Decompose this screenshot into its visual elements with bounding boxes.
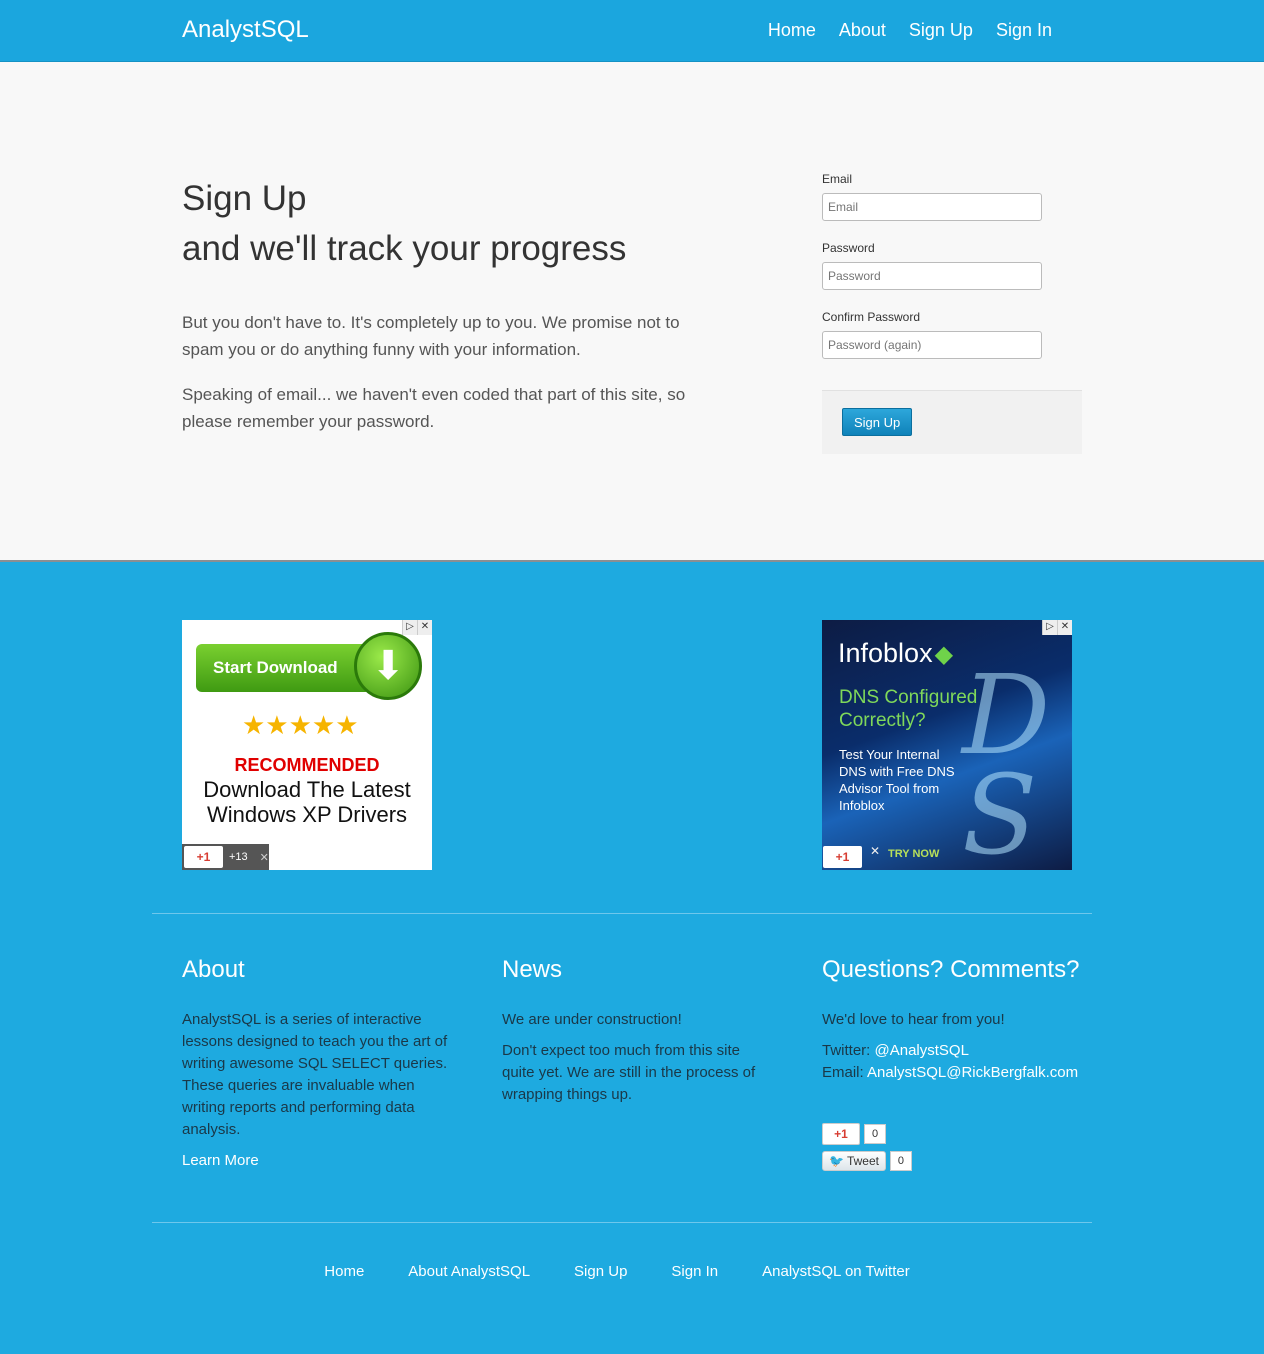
questions-text: We'd love to hear from you! bbox=[822, 1011, 1005, 1028]
gplus-button[interactable]: +1 bbox=[822, 1123, 860, 1145]
footer-nav-sign-in[interactable]: Sign In bbox=[671, 1263, 718, 1280]
ad-recommended-text: RECOMMENDED bbox=[234, 755, 380, 775]
brand-logo[interactable]: AnalystSQL bbox=[182, 16, 309, 44]
close-icon[interactable]: ✕ bbox=[1057, 620, 1072, 635]
tweet-label: Tweet bbox=[846, 1154, 879, 1168]
infoblox-logo: Infoblox◆ bbox=[838, 638, 953, 669]
nav-home[interactable]: Home bbox=[768, 20, 816, 41]
email-address-link[interactable]: AnalystSQL@RickBergfalk.com bbox=[867, 1064, 1078, 1081]
form-actions: Sign Up bbox=[822, 390, 1082, 454]
gplus-button[interactable]: +1 bbox=[184, 846, 223, 868]
news-heading: News bbox=[502, 956, 563, 983]
intro-paragraph: But you don't have to. It's completely u… bbox=[182, 313, 680, 359]
contact-info: Twitter: @AnalystSQL Email: AnalystSQL@R… bbox=[822, 1040, 1092, 1084]
social-buttons: +1 0 🐦 Tweet 0 bbox=[822, 1123, 912, 1171]
gplus-count: 0 bbox=[864, 1124, 886, 1144]
try-now-link[interactable]: TRY NOW bbox=[888, 848, 939, 860]
tweet-button[interactable]: 🐦 Tweet bbox=[822, 1151, 886, 1171]
twitter-label: Twitter: bbox=[822, 1042, 875, 1059]
news-text-1: We are under construction! bbox=[502, 1011, 682, 1028]
footer-divider-bottom bbox=[152, 1222, 1092, 1223]
confirm-password-input[interactable] bbox=[822, 331, 1042, 359]
footer-nav-about[interactable]: About AnalystSQL bbox=[408, 1263, 530, 1280]
page-title-line1: Sign Up bbox=[182, 179, 307, 218]
ad-subtext: Test Your Internal DNS with Free DNS Adv… bbox=[839, 747, 955, 813]
close-icon[interactable]: ✕ bbox=[417, 620, 432, 635]
ad-choices[interactable]: ▷ ✕ bbox=[402, 620, 432, 635]
adchoices-icon[interactable]: ▷ bbox=[1042, 620, 1057, 635]
email-label: Email bbox=[822, 172, 853, 186]
adchoices-icon[interactable]: ▷ bbox=[402, 620, 417, 635]
confirm-password-field-group: Confirm Password bbox=[822, 310, 1082, 379]
nav-about[interactable]: About bbox=[839, 20, 886, 41]
gplus-widget: +1 0 bbox=[822, 1123, 912, 1145]
ad-gplus-chip: +1 +13 ✕ bbox=[182, 844, 269, 870]
email-note-paragraph: Speaking of email... we haven't even cod… bbox=[182, 385, 686, 431]
email-input[interactable] bbox=[822, 193, 1042, 221]
confirm-password-label: Confirm Password bbox=[822, 310, 921, 324]
tweet-count: 0 bbox=[889, 1151, 912, 1171]
footer-nav: Home About AnalystSQL Sign Up Sign In An… bbox=[0, 1263, 1264, 1280]
about-heading: About bbox=[182, 956, 245, 983]
twitter-bird-icon: 🐦 bbox=[829, 1154, 844, 1168]
main-nav: Home About Sign Up Sign In bbox=[768, 20, 1052, 41]
ad-banner-download[interactable]: ▷ ✕ Start Download ⬇ ★★★★★ RECOMMENDED D… bbox=[182, 620, 432, 870]
footer-news: News We are under construction! Don't ex… bbox=[502, 955, 762, 1115]
nav-sign-in[interactable]: Sign In bbox=[996, 20, 1052, 41]
footer-nav-sign-up[interactable]: Sign Up bbox=[574, 1263, 627, 1280]
ad-choices[interactable]: ▷ ✕ bbox=[1042, 620, 1072, 635]
footer-nav-twitter[interactable]: AnalystSQL on Twitter bbox=[762, 1263, 910, 1280]
footer-divider-top bbox=[152, 913, 1092, 914]
questions-heading: Questions? Comments? bbox=[822, 956, 1080, 983]
rating-stars: ★★★★★ bbox=[242, 710, 359, 740]
password-label: Password bbox=[822, 241, 875, 255]
ad-headline: DNS Configured Correctly? bbox=[839, 687, 978, 731]
ad-headline: Download The Latest Windows XP Drivers bbox=[203, 777, 411, 827]
email-label: Email: bbox=[822, 1064, 868, 1081]
footer-about: About AnalystSQL is a series of interact… bbox=[182, 955, 452, 1172]
about-text: AnalystSQL is a series of interactive le… bbox=[182, 1011, 448, 1138]
gplus-count: +13 bbox=[229, 851, 248, 863]
download-arrow-icon: ⬇ bbox=[354, 632, 422, 700]
infoblox-diamond-icon: ◆ bbox=[934, 641, 954, 668]
nav-sign-up[interactable]: Sign Up bbox=[909, 20, 973, 41]
email-field-group: Email bbox=[822, 172, 1082, 241]
password-input[interactable] bbox=[822, 262, 1042, 290]
gplus-button[interactable]: +1 bbox=[823, 846, 862, 868]
page-title: Sign Up and we'll track your progress bbox=[182, 174, 626, 274]
close-icon[interactable]: ✕ bbox=[260, 851, 269, 864]
infoblox-logo-text: Infoblox bbox=[838, 638, 933, 668]
footer-nav-home[interactable]: Home bbox=[324, 1263, 364, 1280]
ad-banner-infoblox[interactable]: ▷ ✕ DS Infoblox◆ DNS Configured Correctl… bbox=[822, 620, 1072, 870]
news-text-2: Don't expect too much from this site qui… bbox=[502, 1042, 756, 1103]
close-icon[interactable]: ✕ bbox=[870, 844, 880, 858]
password-field-group: Password bbox=[822, 241, 1082, 310]
footer-questions: Questions? Comments? We'd love to hear f… bbox=[822, 955, 1092, 1084]
start-download-button[interactable]: Start Download bbox=[196, 644, 371, 692]
signup-form: Email Password Confirm Password Sign Up bbox=[822, 172, 1082, 454]
top-navbar: AnalystSQL Home About Sign Up Sign In bbox=[0, 0, 1264, 62]
learn-more-link[interactable]: Learn More bbox=[182, 1152, 259, 1169]
signup-hero: Sign Up and we'll track your progress Bu… bbox=[0, 62, 1264, 562]
tweet-widget: 🐦 Tweet 0 bbox=[822, 1151, 912, 1171]
twitter-handle-link[interactable]: @AnalystSQL bbox=[875, 1042, 969, 1059]
page-title-line2: and we'll track your progress bbox=[182, 229, 627, 268]
sign-up-button[interactable]: Sign Up bbox=[842, 408, 913, 436]
